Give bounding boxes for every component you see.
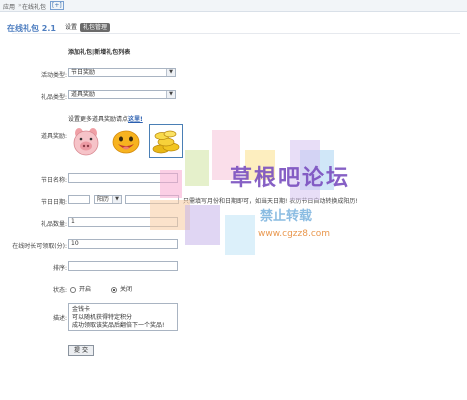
watermark-title: 草根吧论坛 [230,166,351,191]
reward-hint-text: 设置更多道具奖励请点 [68,116,129,123]
activity-type-label: 活动类型: [40,72,67,79]
watermark-url: www.cgzz8.com [258,229,331,239]
chevron-down-icon: ▼ [166,69,175,76]
description-label: 描述: [52,315,67,322]
online-minutes-input[interactable]: 10 [68,239,178,249]
reward-label: 道具奖励: [40,133,67,140]
watermark-tile [185,150,209,186]
breadcrumb: 应用 » 在线礼包 [+] [0,0,467,12]
festival-date-month[interactable] [68,195,90,204]
sort-input[interactable] [68,261,178,271]
calendar-type-select[interactable]: 阳历 ▼ [94,195,122,204]
watermark-tile [160,170,182,198]
reward-hint: 设置更多道具奖励请点这里! [68,114,143,123]
reward-option-coins[interactable] [149,124,183,158]
gold-coins-icon [152,130,180,154]
reward-option-smiley[interactable] [109,124,143,158]
gift-type-value: 道具奖励 [71,91,96,98]
gift-type-select[interactable]: 道具奖励 ▼ [68,90,176,99]
radio-off-icon [70,286,76,293]
description-line: 可以随机获得特定积分 [72,314,133,321]
description-line: 成功领取该奖品后翻倍下一个奖品! [72,322,165,329]
status-option-off: 关闭 [120,286,133,293]
description-textarea[interactable]: 金钱卡 可以随机获得特定积分 成功领取该奖品后翻倍下一个奖品! [68,303,178,331]
reward-option-pig[interactable] [69,124,103,158]
header-divider [12,33,460,34]
status-radio-on[interactable]: 开启 [70,284,91,293]
gift-type-label: 礼品类型: [40,94,67,101]
festival-date-label: 节日日期: [40,199,67,206]
add-shortcut-button[interactable]: [+] [50,1,64,10]
pig-face-icon [73,128,99,156]
radio-selected-icon [111,286,117,293]
calendar-type-value: 阳历 [97,196,110,203]
activity-type-value: 节日奖励 [71,69,96,76]
reward-settings-link[interactable]: 这里! [128,116,143,123]
sort-label: 排序: [52,265,67,272]
watermark-tile [225,215,255,255]
festival-date-note: 只需填写月份和日期即可，如当天日期! 农历节日自动转换成阳历! [183,198,358,205]
status-radio-off[interactable]: 关闭 [111,284,132,293]
online-minutes-label: 在线时长可领取(分): [12,243,67,250]
breadcrumb-online-gift[interactable]: 在线礼包 [22,2,46,11]
activity-type-select[interactable]: 节日奖励 ▼ [68,68,176,77]
tab-settings[interactable]: 设置 [62,23,80,32]
watermark-subtitle: 禁止转载 [260,209,313,224]
submit-button[interactable]: 提 交 [68,345,94,356]
section-title: 添加礼包|新增礼包列表 [68,49,131,56]
tab-gift-management[interactable]: 礼包管理 [80,23,111,32]
watermark-tile [185,205,220,245]
breadcrumb-apps[interactable]: 应用 [3,2,15,11]
chevron-down-icon: ▼ [112,196,121,203]
description-line: 金钱卡 [72,306,91,313]
status-label: 状态: [52,287,67,294]
smiley-face-icon [112,130,140,154]
festival-name-label: 节日名称: [40,177,67,184]
status-option-on: 开启 [79,286,92,293]
gift-count-label: 礼品数量: [40,221,67,228]
watermark-tile [150,200,190,230]
chevron-down-icon: ▼ [166,91,175,98]
